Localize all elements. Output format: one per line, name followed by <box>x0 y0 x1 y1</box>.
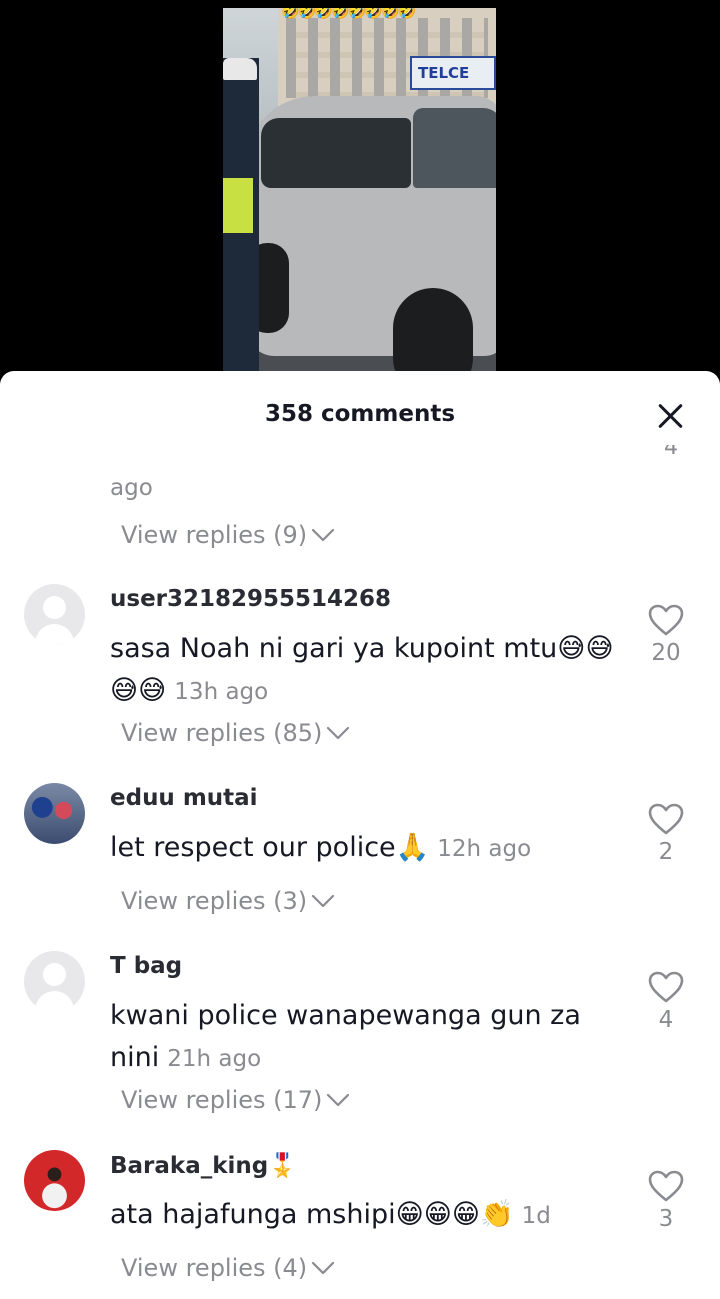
comment-text: let respect our police🙏 12h ago <box>110 832 532 863</box>
comments-sheet: 358 comments 4 ago View replies (9) user… <box>0 371 720 1299</box>
comment-username[interactable]: T bag <box>110 953 182 979</box>
comment-timestamp: 21h ago <box>167 1046 262 1072</box>
view-replies-button[interactable]: View replies (3) <box>121 887 335 915</box>
chevron-down-icon <box>327 1093 350 1107</box>
like-button[interactable]: 3 <box>646 1170 686 1232</box>
comment-timestamp: 12h ago <box>437 836 532 862</box>
avatar[interactable] <box>24 1150 85 1211</box>
heart-outline-icon <box>648 803 684 835</box>
comment-text: ata hajafunga mshipi😁😁😁👏 1d <box>110 1199 551 1230</box>
view-replies-button[interactable]: View replies (4) <box>121 1254 335 1282</box>
like-count: 4 <box>658 1007 674 1033</box>
view-replies-button[interactable]: View replies (9) <box>121 521 335 549</box>
comments-header: 358 comments <box>0 371 720 463</box>
close-icon[interactable] <box>656 401 686 431</box>
comment-text: kwani police wanapewanga gun za nini 21h … <box>110 1000 581 1073</box>
like-button[interactable]: 2 <box>646 803 686 865</box>
chevron-down-icon <box>312 894 335 908</box>
like-button[interactable]: 4 <box>646 971 686 1033</box>
comment-username[interactable]: Baraka_king🎖️ <box>110 1152 297 1179</box>
heart-outline-icon <box>648 604 684 636</box>
heart-outline-icon <box>648 971 684 1003</box>
avatar[interactable] <box>24 783 85 844</box>
comment-timestamp: 1d <box>521 1203 551 1229</box>
like-button[interactable]: 20 <box>646 604 686 666</box>
comment-text: sasa Noah ni gari ya kupoint mtu😅😅😅😅 13h … <box>110 633 614 706</box>
video-frame[interactable]: TELCE CONS 🤣🤣🤣🤣🤣🤣🤣🤣 <box>223 8 496 390</box>
comment-username[interactable]: user32182955514268 <box>110 586 391 612</box>
video-caption-emojis: 🤣🤣🤣🤣🤣🤣🤣🤣 <box>281 8 416 20</box>
avatar[interactable] <box>24 584 85 645</box>
video-player[interactable]: TELCE CONS 🤣🤣🤣🤣🤣🤣🤣🤣 <box>0 0 720 390</box>
comment-timestamp: ago <box>110 475 153 501</box>
comment-username[interactable]: eduu mutai <box>110 785 258 811</box>
chevron-down-icon <box>312 528 335 542</box>
view-replies-button[interactable]: View replies (85) <box>121 719 350 747</box>
chevron-down-icon <box>312 1261 335 1275</box>
like-count: 20 <box>651 640 681 666</box>
like-count-clipped: 4 <box>664 445 678 459</box>
heart-outline-icon <box>648 1170 684 1202</box>
comment-timestamp: 13h ago <box>174 679 269 705</box>
view-replies-button[interactable]: View replies (17) <box>121 1086 350 1114</box>
chevron-down-icon <box>327 726 350 740</box>
storefront-sign: TELCE CONS <box>410 56 496 112</box>
comments-count-title: 358 comments <box>264 401 456 427</box>
like-count: 2 <box>658 839 674 865</box>
avatar[interactable] <box>24 951 85 1012</box>
like-count: 3 <box>658 1206 674 1232</box>
